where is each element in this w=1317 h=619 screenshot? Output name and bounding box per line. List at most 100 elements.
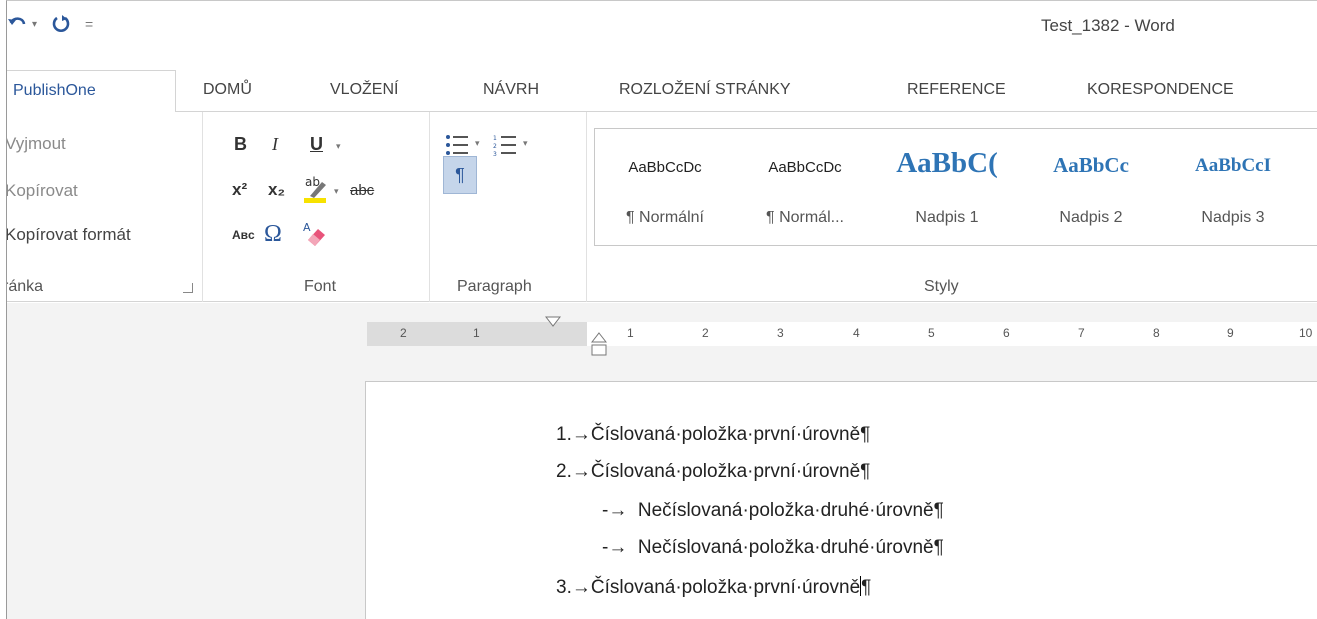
change-case-button[interactable]: Aвc [232,228,255,242]
tab-navrh[interactable]: NÁVRH [483,70,539,112]
style-name: Nadpis 3 [1201,209,1265,226]
format-painter-button[interactable]: Kopírovat formát [7,225,131,245]
tab-domu[interactable]: DOMŮ [203,70,252,112]
style-sample: AaBbCcDc [768,159,842,176]
paragraph-mark: ¶ [860,424,871,445]
style-heading-2[interactable]: AaBbCc Nadpis 2 [1021,129,1161,247]
italic-button[interactable]: I [272,134,278,155]
list-item: -→ Nečíslovaná·položka·druhé·úrovně¶ [602,537,944,559]
first-line-indent-icon[interactable] [545,316,561,328]
paragraph-group: ▾ 1 2 3 ▾ ¶ Paragraph [431,112,587,302]
redo-button[interactable] [51,14,71,34]
style-sample: AaBbCc [1053,153,1129,177]
window-title: Test_1382 - Word [1041,16,1175,35]
list-marker: 3.→ [556,577,591,598]
clear-formatting-button[interactable]: A [302,220,328,253]
style-heading-1[interactable]: AaBbC( Nadpis 1 [877,129,1017,247]
style-heading-3[interactable]: AaBbCcI Nadpis 3 [1163,129,1303,247]
clipboard-launcher-icon[interactable] [183,283,193,293]
eraser-icon: A [303,221,325,246]
tab-vlozeni[interactable]: VLOŽENÍ [330,70,398,112]
quick-access-toolbar: ▾ = [7,13,107,35]
bullet-list-icon [446,135,468,155]
underline-dropdown-icon[interactable]: ▾ [336,141,341,152]
numbering-button[interactable]: 1 2 3 [493,134,517,161]
highlight-dropdown-icon[interactable]: ▾ [334,186,339,197]
redo-icon [52,15,70,32]
list-item: -→ Nečíslovaná·položka·druhé·úrovně¶ [602,500,944,522]
ruler-tick: 7 [1078,326,1085,340]
paragraph-mark: ¶ [860,461,871,482]
paragraph-mark: ¶ [933,537,944,558]
bullets-dropdown-icon[interactable]: ▾ [475,138,480,149]
copy-button[interactable]: Kopírovat [7,181,78,201]
tab-publishone[interactable]: PublishOne [7,70,176,113]
highlighter-icon: ab [304,175,326,203]
styles-gallery: AaBbCcDc ¶ Normální AaBbCcDc ¶ Normál...… [594,128,1317,246]
list-item: 3.→Číslovaná·položka·první·úrovně¶ [556,576,871,599]
clipboard-group-label: ránka [6,278,44,295]
strikethrough-button[interactable]: abc [350,182,374,199]
style-normal-2[interactable]: AaBbCcDc ¶ Normál... [735,129,875,247]
customize-qat-button[interactable]: = [85,16,93,32]
style-name: ¶ Normál... [766,209,844,226]
undo-dropdown-icon[interactable]: ▾ [32,19,37,30]
list-marker: -→ [602,537,628,558]
text-highlight-button[interactable]: ab [302,174,330,209]
style-normal[interactable]: AaBbCcDc ¶ Normální [595,129,735,247]
ruler-tick: 2 [400,326,407,340]
list-item-text: Číslovaná·položka·první·úrovně [590,577,861,598]
ruler-tick: 1 [627,326,634,340]
word-window: ▾ = Test_1382 - Word PublishOne DOMŮ VLO… [6,0,1317,619]
ruler-tick: 4 [853,326,860,340]
tab-korespondence[interactable]: KORESPONDENCE [1087,70,1234,112]
style-sample: AaBbC( [896,147,998,179]
ribbon-tabs: PublishOne DOMŮ VLOŽENÍ NÁVRH ROZLOŽENÍ … [7,70,1317,113]
ruler-tick: 1 [473,326,480,340]
style-name: ¶ Normální [626,209,704,226]
ruler-tick: 9 [1227,326,1234,340]
ruler-tick: 10 [1299,326,1313,340]
font-group-label: Font [304,278,337,295]
numbered-list-icon: 1 2 3 [493,135,516,158]
clipboard-group: Vyjmout Kopírovat Kopírovat formát ránka [7,112,203,302]
list-item-text: Nečíslovaná·položka·druhé·úrovně [637,500,934,521]
list-item: 2.→Číslovaná·položka·první·úrovně¶ [556,461,870,483]
list-marker: 1.→ [556,424,591,445]
styles-group: AaBbCcDc ¶ Normální AaBbCcDc ¶ Normál...… [588,112,1317,302]
svg-text:2: 2 [493,143,497,150]
show-formatting-marks-button[interactable]: ¶ [443,156,477,194]
list-item: 1.→Číslovaná·položka·první·úrovně¶ [556,424,870,446]
list-marker: -→ [602,500,628,521]
hanging-indent-icon[interactable] [591,332,607,360]
list-item-text: Číslovaná·položka·první·úrovně [590,424,861,445]
tab-rozlozeni-stranky[interactable]: ROZLOŽENÍ STRÁNKY [619,70,791,112]
list-item-text: Nečíslovaná·položka·druhé·úrovně [637,537,934,558]
paragraph-mark: ¶ [861,577,872,598]
subscript-button[interactable]: x₂ [268,180,285,200]
superscript-button[interactable]: x² [232,180,247,200]
underline-button[interactable]: U [310,134,323,155]
undo-button[interactable]: ▾ [7,15,37,33]
style-name: Nadpis 2 [1059,209,1123,226]
list-marker: 2.→ [556,461,591,482]
list-item-text: Číslovaná·položka·první·úrovně [590,461,861,482]
horizontal-ruler[interactable]: 2 1 1 2 3 4 5 6 7 8 9 10 [367,316,1317,356]
ruler-tick: 8 [1153,326,1160,340]
ruler-tick: 3 [777,326,784,340]
ruler-area: 2 1 1 2 3 4 5 6 7 8 9 10 [7,303,1317,373]
svg-text:1: 1 [493,135,497,142]
undo-icon [8,17,26,25]
title-bar: ▾ = Test_1382 - Word [7,1,1317,45]
document-page[interactable]: 1.→Číslovaná·položka·první·úrovně¶ 2.→Čí… [365,381,1317,619]
bold-button[interactable]: B [234,134,247,155]
styles-group-label: Styly [924,278,959,295]
tab-reference[interactable]: REFERENCE [907,70,1006,112]
style-name: Nadpis 1 [915,209,979,226]
cut-button[interactable]: Vyjmout [7,134,66,154]
svg-text:A: A [303,221,311,234]
paragraph-group-label: Paragraph [457,278,532,295]
paragraph-mark: ¶ [933,500,944,521]
numbering-dropdown-icon[interactable]: ▾ [523,138,528,149]
symbol-button[interactable]: Ω [264,221,282,248]
